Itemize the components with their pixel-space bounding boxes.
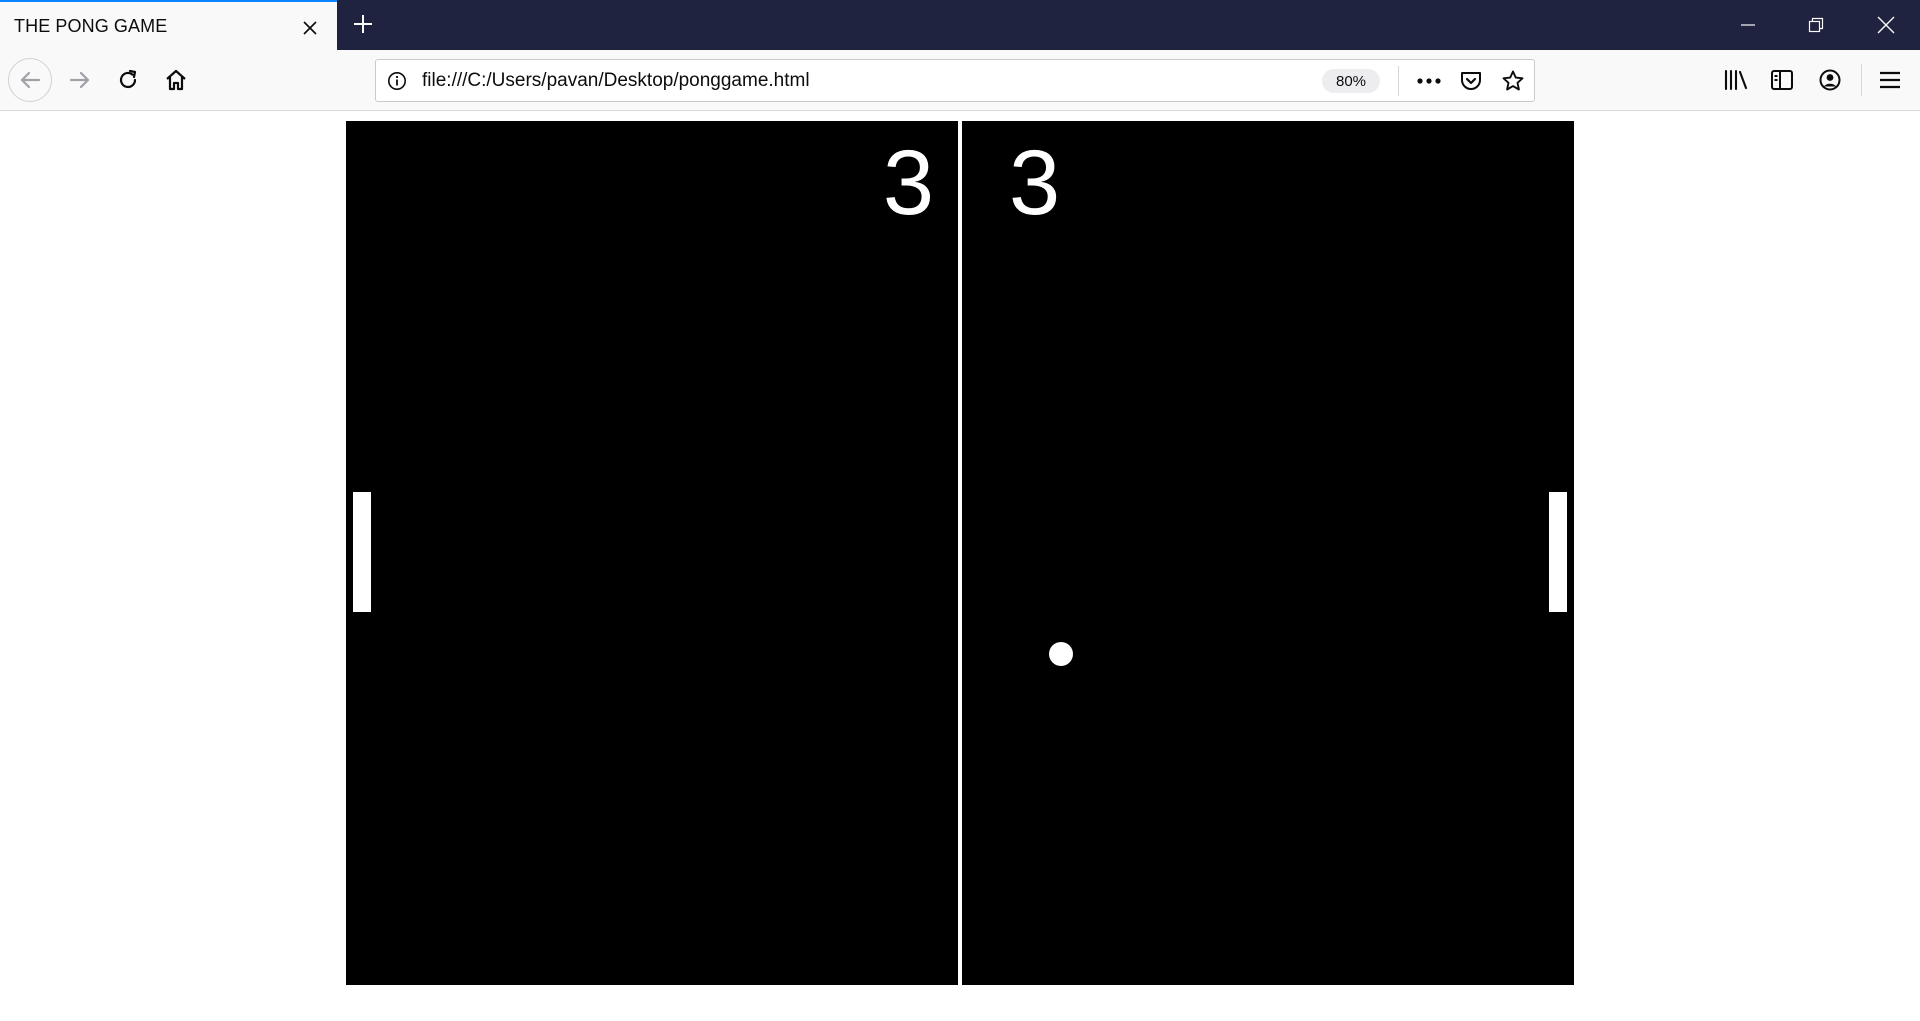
ellipsis-icon[interactable] [1412, 65, 1446, 97]
ball [1049, 642, 1073, 666]
right-paddle [1549, 492, 1567, 612]
tab-pong-game[interactable]: THE PONG GAME [0, 0, 337, 50]
url-bar[interactable]: file:///C:/Users/pavan/Desktop/ponggame.… [375, 59, 1535, 102]
restore-icon[interactable] [1782, 0, 1850, 50]
url-text[interactable]: file:///C:/Users/pavan/Desktop/ponggame.… [422, 70, 810, 92]
library-icon[interactable] [1718, 62, 1754, 98]
center-net [958, 121, 962, 985]
navigation-toolbar: file:///C:/Users/pavan/Desktop/ponggame.… [0, 50, 1920, 111]
right-player-score: 3 [1009, 132, 1061, 234]
info-icon[interactable] [386, 70, 408, 92]
left-player-score: 3 [882, 132, 934, 234]
arrow-right-icon[interactable] [58, 58, 102, 102]
url-bar-divider [1398, 66, 1399, 96]
zoom-level-badge[interactable]: 80% [1322, 69, 1380, 93]
title-bar: THE PONG GAME [0, 0, 1920, 50]
left-paddle [353, 492, 371, 612]
arrow-left-icon[interactable] [8, 58, 52, 102]
pocket-icon[interactable] [1454, 65, 1488, 97]
star-icon[interactable] [1496, 65, 1530, 97]
hamburger-icon[interactable] [1872, 62, 1908, 98]
close-icon[interactable] [296, 14, 324, 42]
home-icon[interactable] [154, 58, 198, 102]
toolbar-divider [1861, 64, 1862, 96]
plus-icon[interactable] [348, 9, 378, 39]
sidebar-icon[interactable] [1764, 62, 1800, 98]
minimize-icon[interactable] [1714, 0, 1782, 50]
window-close-icon[interactable] [1852, 0, 1920, 50]
pong-game-canvas[interactable]: 3 3 [346, 121, 1574, 985]
tab-title: THE PONG GAME [14, 16, 168, 36]
account-icon[interactable] [1812, 62, 1848, 98]
reload-icon[interactable] [106, 58, 150, 102]
